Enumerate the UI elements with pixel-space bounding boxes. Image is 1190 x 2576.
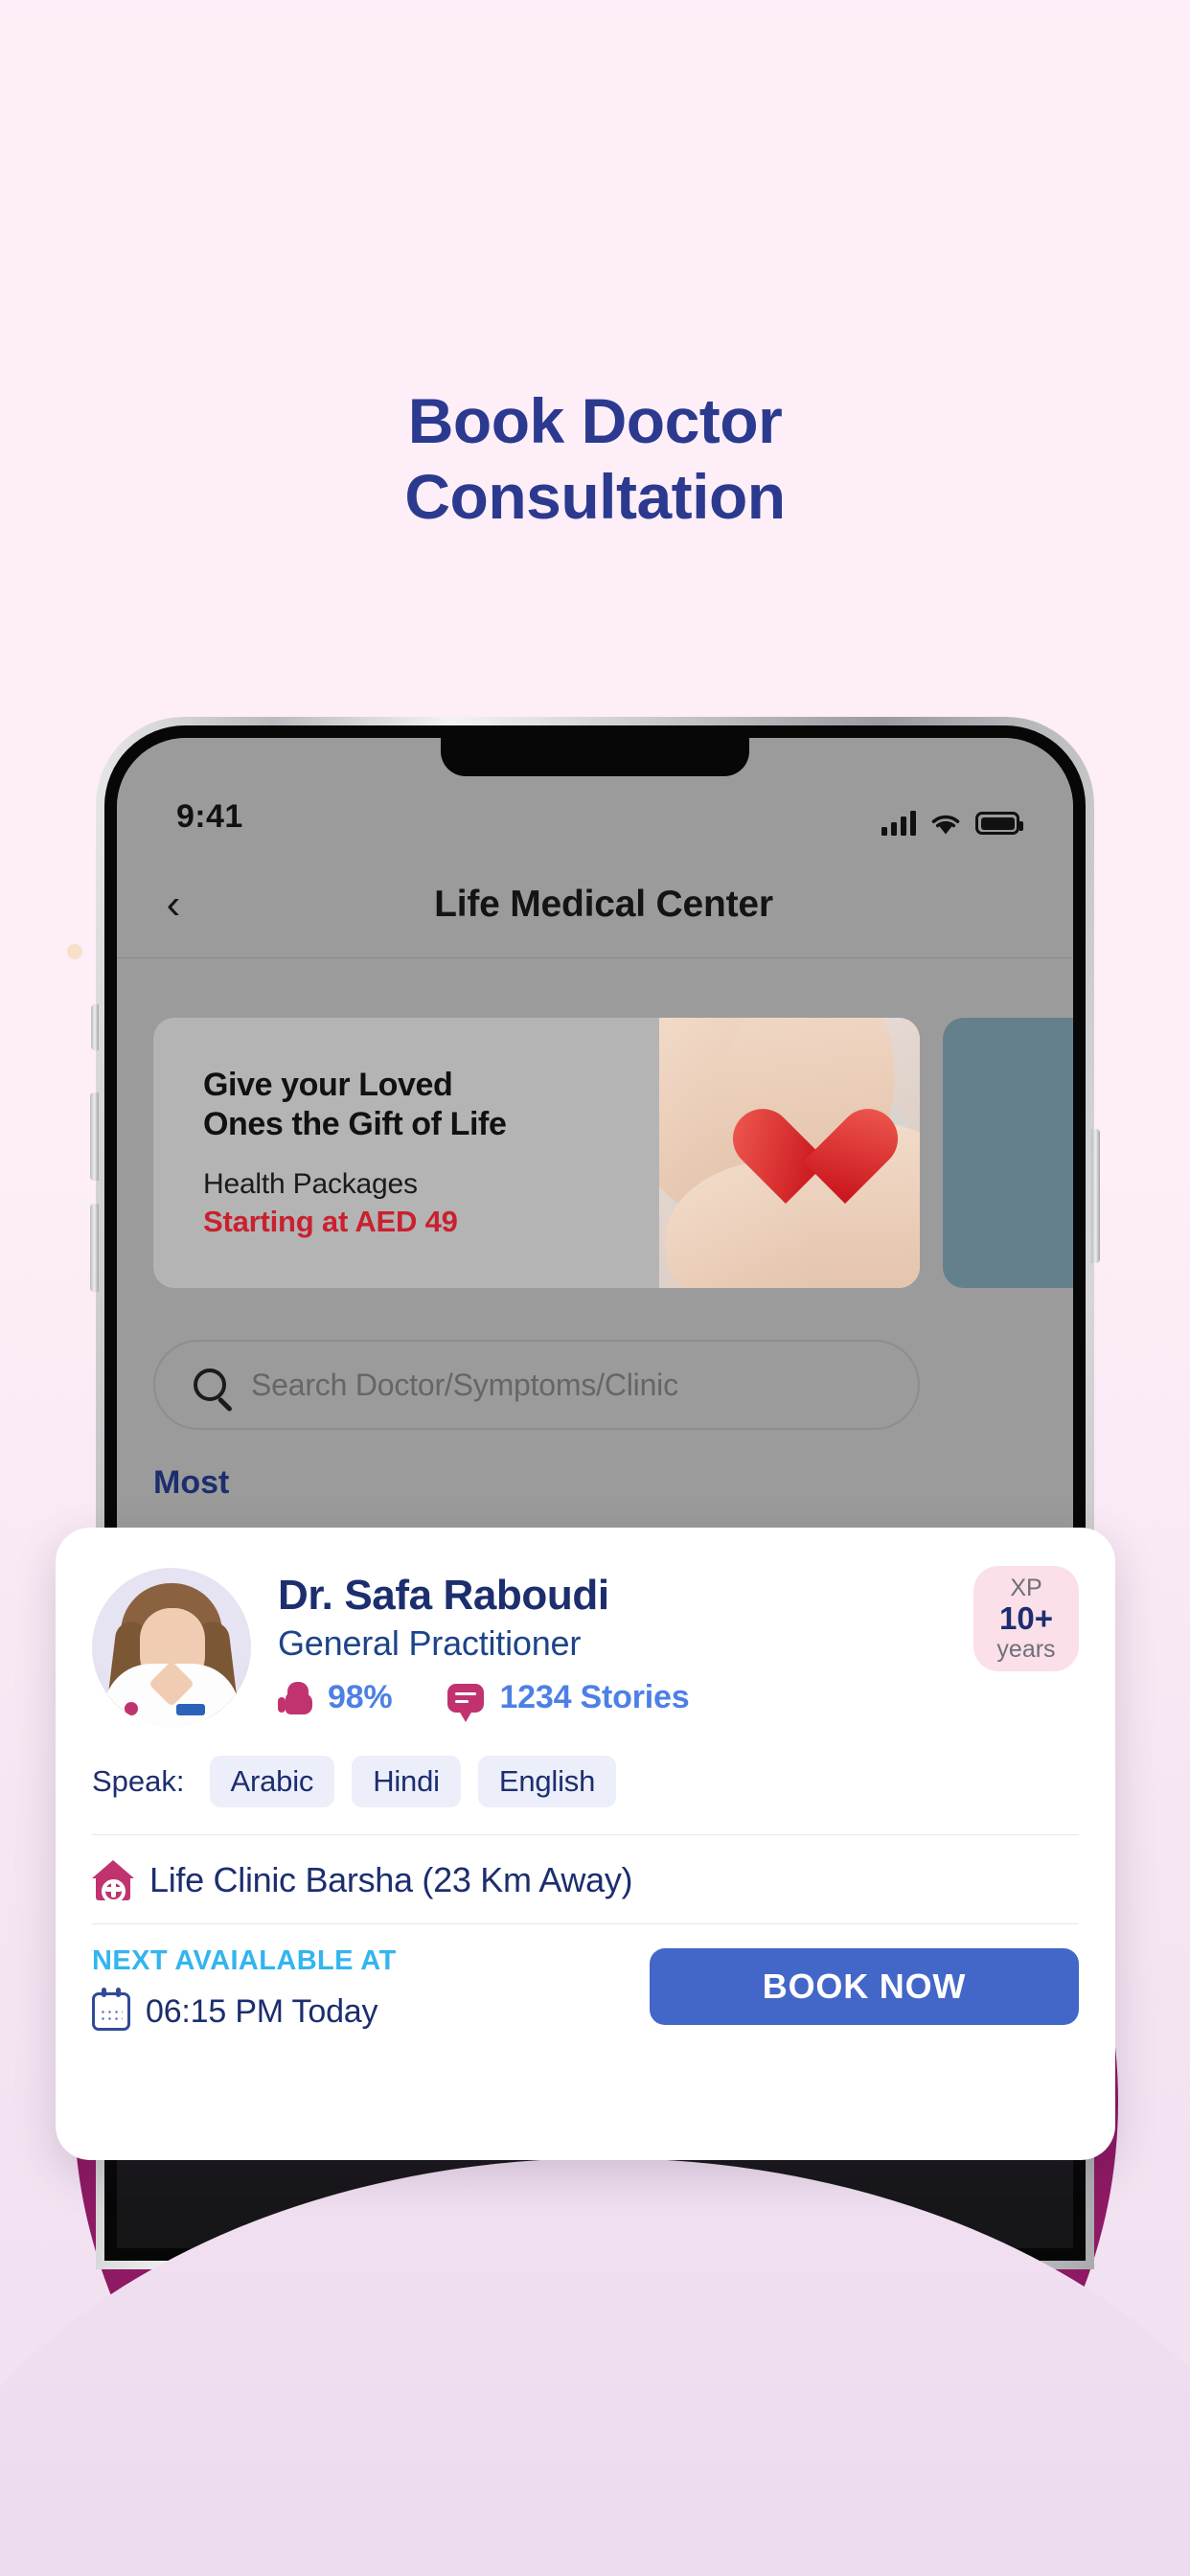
clinic-name: Life Clinic Barsha (23 Km Away) [149, 1860, 633, 1899]
search-input[interactable]: Search Doctor/Symptoms/Clinic [153, 1340, 920, 1430]
battery-icon [975, 812, 1023, 835]
doctor-info: Dr. Safa Raboudi General Practitioner 98… [278, 1562, 973, 1722]
booking-row: NEXT AVAIALABLE AT 06:15 PM Today BOOK N… [92, 1945, 1079, 2031]
mute-switch[interactable] [91, 1004, 99, 1050]
promo-price: Starting at AED 49 [203, 1204, 458, 1238]
language-chip-hindi[interactable]: Hindi [352, 1756, 461, 1807]
experience-label: XP [1010, 1574, 1042, 1601]
speak-label: Speak: [92, 1764, 185, 1798]
search-placeholder: Search Doctor/Symptoms/Clinic [251, 1367, 678, 1402]
promo-banner[interactable]: Give your Loved Ones the Gift of Life He… [153, 1018, 920, 1288]
recommend-percent: 98% [328, 1679, 393, 1715]
doctor-stats: 98% 1234 Stories [278, 1679, 973, 1722]
next-available-block: NEXT AVAIALABLE AT 06:15 PM Today [92, 1945, 397, 2031]
doctor-specialty: General Practitioner [278, 1623, 582, 1663]
promo-headline: Give your Loved Ones the Gift of Life [203, 1066, 659, 1145]
promo-banner-next[interactable] [943, 1018, 1073, 1288]
doctor-card-header: Dr. Safa Raboudi General Practitioner 98… [92, 1562, 1079, 1727]
next-available-time-row: 06:15 PM Today [92, 1988, 397, 2031]
clinic-house-icon [92, 1860, 134, 1903]
language-chip-arabic[interactable]: Arabic [209, 1756, 335, 1807]
power-button[interactable] [1091, 1129, 1100, 1263]
cellular-bars-icon [881, 811, 916, 836]
stories-count: 1234 Stories [499, 1679, 690, 1715]
decorative-dot-left [67, 944, 82, 959]
back-button[interactable]: ‹ [138, 883, 209, 926]
section-title: Most [153, 1464, 230, 1501]
doctor-card[interactable]: Dr. Safa Raboudi General Practitioner 98… [56, 1528, 1115, 2160]
next-available-time: 06:15 PM Today [146, 1992, 378, 2030]
status-clock: 9:41 [176, 798, 243, 835]
chat-bubble-icon [447, 1683, 485, 1722]
page-title: Book Doctor Consultation [0, 383, 1190, 535]
doctor-name: Dr. Safa Raboudi [278, 1572, 609, 1619]
promo-subtitle: Health Packages [203, 1167, 418, 1200]
page-title-line2: Consultation [404, 461, 786, 533]
thumbs-up-icon [278, 1681, 312, 1714]
stories-stat[interactable]: 1234 Stories [447, 1679, 690, 1722]
phone-notch [441, 738, 749, 776]
app-title: Life Medical Center [434, 883, 773, 925]
heart-icon [730, 1112, 843, 1215]
volume-down-button[interactable] [90, 1204, 99, 1292]
calendar-icon [92, 1988, 130, 2031]
experience-value: 10+ [999, 1599, 1053, 1636]
wifi-icon [931, 815, 960, 835]
hands-holding-heart-image [659, 1018, 920, 1288]
experience-unit: years [996, 1636, 1056, 1664]
app-header: ‹ Life Medical Center [117, 851, 1073, 958]
promo-text: Give your Loved Ones the Gift of Life He… [153, 1018, 659, 1288]
clinic-row[interactable]: Life Clinic Barsha (23 Km Away) [92, 1860, 1079, 1924]
experience-badge: XP 10+ years [973, 1566, 1079, 1671]
next-available-label: NEXT AVAIALABLE AT [92, 1945, 397, 1976]
page-title-line1: Book Doctor [407, 385, 783, 456]
recommend-stat: 98% [278, 1679, 393, 1716]
status-icons [881, 811, 1023, 836]
book-now-button[interactable]: BOOK NOW [650, 1948, 1079, 2025]
search-icon [194, 1368, 226, 1401]
languages-row: Speak: Arabic Hindi English [92, 1756, 1079, 1835]
promo-headline-line1: Give your Loved [203, 1067, 453, 1103]
promo-carousel: Give your Loved Ones the Gift of Life He… [117, 1018, 1073, 1288]
volume-up-button[interactable] [90, 1092, 99, 1181]
avatar [92, 1568, 251, 1727]
language-chip-english[interactable]: English [477, 1756, 617, 1807]
promo-headline-line2: Ones the Gift of Life [203, 1106, 507, 1143]
